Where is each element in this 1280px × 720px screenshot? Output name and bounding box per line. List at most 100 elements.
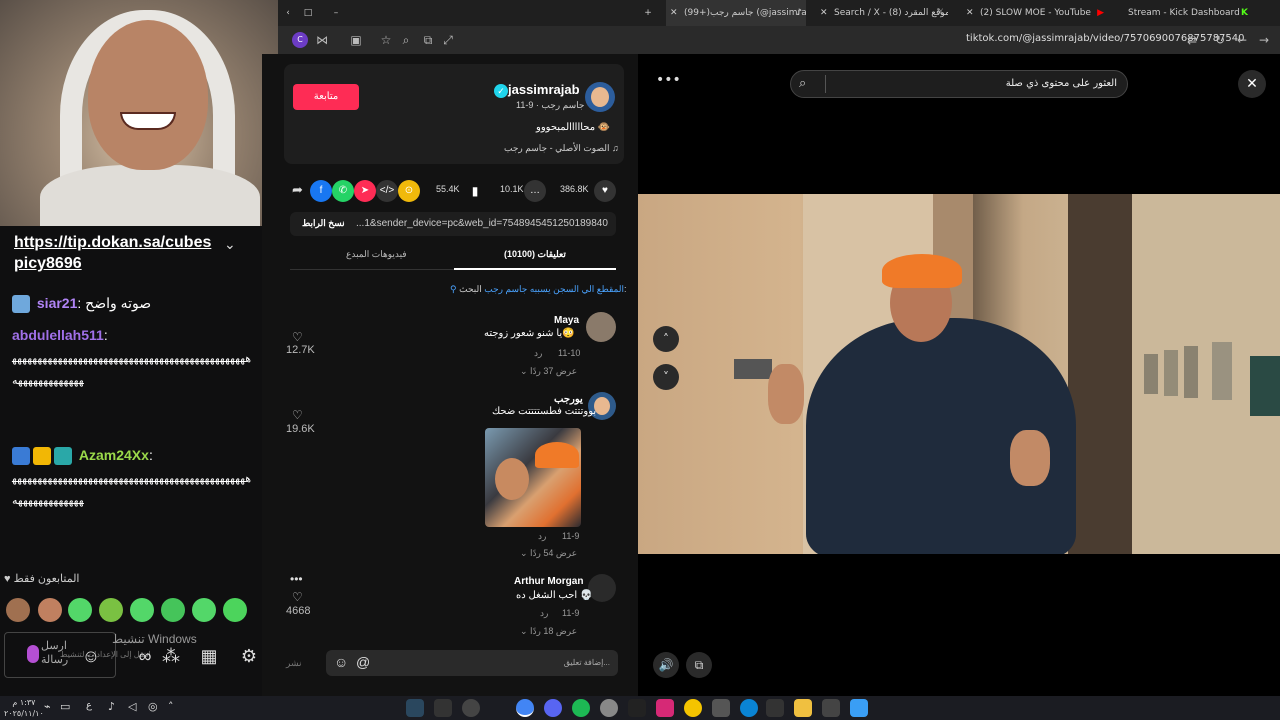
calendar-icon[interactable] [766, 699, 784, 717]
emoji-icon[interactable]: ☺ [334, 654, 348, 670]
mic-icon[interactable]: ♪ [108, 700, 115, 713]
emote[interactable] [38, 598, 62, 622]
comment-author[interactable]: Arthur Morgan [514, 576, 583, 587]
related-search-bar[interactable]: ⌕ العثور على محتوى ذي صلة [790, 70, 1128, 98]
steam-icon[interactable] [406, 699, 424, 717]
close-icon[interactable]: ✕ [820, 0, 828, 26]
language-indicator[interactable]: ع [86, 700, 92, 711]
profile-icon[interactable]: C [292, 32, 308, 48]
sound-info[interactable]: الصوت الأصلي - جاسم رجب ♫ [504, 143, 619, 154]
network-icon[interactable]: ◎ [148, 700, 158, 713]
back-icon[interactable]: ← [1234, 32, 1250, 48]
discord-icon[interactable] [544, 699, 562, 717]
pinned-link[interactable]: https://tip.dokan.sa/cubespicy8696 [14, 232, 214, 274]
comment-author[interactable]: Maya [554, 315, 579, 326]
close-icon[interactable]: ✕ [966, 0, 974, 26]
more-options-icon[interactable]: ••• [290, 572, 303, 586]
infinity-icon[interactable]: ∞ [134, 646, 156, 668]
tab-tiktok[interactable]: ✕ (99+)جاسم رجب (@jassimrajab ♪ [666, 0, 806, 26]
emote[interactable] [223, 598, 247, 622]
star-icon[interactable]: ☆ [378, 32, 394, 48]
spotify-icon[interactable] [572, 699, 590, 717]
comment-like-icon[interactable]: ♡ [292, 330, 303, 344]
comment-author[interactable]: يورجب [554, 394, 583, 405]
comment-avatar[interactable] [586, 312, 616, 342]
comment-like-icon[interactable]: ♡ [292, 590, 303, 604]
view-replies[interactable]: ⌄ عرض 18 ردًا [520, 626, 577, 636]
minimize-icon[interactable]: – [328, 0, 344, 26]
embed-icon[interactable]: </> [376, 180, 398, 202]
reload-icon[interactable]: ↻ [1212, 32, 1228, 48]
puzzle-icon[interactable]: ▣ [348, 32, 364, 48]
zoom-icon[interactable]: ⌕ [398, 32, 414, 48]
emote[interactable] [192, 598, 216, 622]
clock[interactable]: ١:٣٧ م ٢٠٢٥/١١/١٠ [4, 697, 44, 719]
heart-icon[interactable]: ♥ [594, 180, 616, 202]
whatsapp-icon[interactable]: ✆ [332, 180, 354, 202]
share-link-text[interactable]: ...1&sender_device=pc&web_id=75489454512… [356, 218, 608, 229]
share-arrow-icon[interactable]: ➦ [292, 182, 303, 198]
mention-icon[interactable]: @ [356, 654, 370, 670]
store-icon[interactable]: ▦ [198, 646, 220, 668]
app-icon[interactable] [462, 699, 480, 717]
post-button[interactable]: نشر [286, 658, 302, 669]
view-replies[interactable]: ⌄ عرض 54 ردًا [520, 548, 577, 559]
obs-icon[interactable] [434, 699, 452, 717]
tab-x[interactable]: ✕ Search / X - موقع المقرد (8) 𝕏 [814, 0, 948, 26]
window-icon[interactable]: □ [300, 0, 316, 26]
comment-image[interactable] [485, 428, 581, 527]
instagram-icon[interactable] [656, 699, 674, 717]
new-tab-icon[interactable]: + [640, 0, 656, 26]
chevron-left-icon[interactable]: ‹ [278, 0, 298, 26]
tune-icon[interactable]: ⇄ [1184, 32, 1200, 48]
view-replies[interactable]: ⌄ عرض 37 ردًا [520, 366, 577, 377]
chat-username[interactable]: Azam24Xx [79, 447, 149, 463]
close-icon[interactable]: ✕ [1238, 70, 1266, 98]
bookmark-icon[interactable]: ▮ [464, 180, 486, 202]
follow-button[interactable]: متابعة [293, 84, 359, 110]
tray-chevron-icon[interactable]: ˄ [168, 700, 174, 713]
tab-comments[interactable]: تعليقات (10100) [504, 249, 566, 260]
tab-youtube[interactable]: ✕ (2) SLOW MOE - YouTube ▶ [960, 0, 1110, 26]
gear-icon[interactable]: ⚙ [238, 646, 260, 668]
capcut-icon[interactable] [628, 699, 646, 717]
more-options-icon[interactable]: ••• [656, 72, 681, 88]
chevron-down-icon[interactable]: ⌄ [224, 236, 236, 253]
send-icon[interactable]: ➤ [354, 180, 376, 202]
reply-button[interactable]: رد [540, 608, 548, 619]
windows-start-icon[interactable] [850, 699, 868, 717]
wifi-icon[interactable]: ⌁ [44, 700, 51, 713]
emote[interactable] [161, 598, 185, 622]
reply-button[interactable]: رد [534, 348, 542, 359]
edge-icon[interactable] [740, 699, 758, 717]
coin-icon[interactable]: ⊙ [398, 180, 420, 202]
author-avatar[interactable] [585, 82, 615, 112]
reply-button[interactable]: رد [538, 531, 546, 542]
comment-icon[interactable]: … [524, 180, 546, 202]
tab-creator-videos[interactable]: فيديوهات المبدع [346, 249, 407, 260]
close-icon[interactable]: ✕ [670, 0, 678, 26]
next-video-icon[interactable]: ˅ [653, 364, 679, 390]
emote[interactable] [6, 598, 30, 622]
related-search[interactable]: ⚲ المقطع الي السجن يسببه جاسم رجب البحث: [450, 284, 626, 295]
share-icon[interactable]: ⁂ [160, 646, 182, 668]
mic-icon[interactable] [27, 645, 39, 663]
chat-username[interactable]: abdulellah511 [12, 327, 104, 343]
snapchat-icon[interactable] [684, 699, 702, 717]
pip-icon[interactable]: ⧉ [686, 652, 712, 678]
file-explorer-icon[interactable] [794, 699, 812, 717]
comment-input[interactable]: ☺ @ إضافة تعليق... [326, 650, 618, 676]
comment-like-icon[interactable]: ♡ [292, 408, 303, 422]
chat-username[interactable]: siar21 [37, 295, 77, 311]
display-icon[interactable]: ▭ [60, 700, 70, 713]
video-player[interactable] [638, 194, 1280, 554]
chrome-icon[interactable] [516, 699, 534, 717]
facebook-icon[interactable]: f [310, 180, 332, 202]
previous-video-icon[interactable]: ˄ [653, 326, 679, 352]
translate-icon[interactable]: ⧉ [420, 32, 436, 48]
search-input[interactable]: العثور على محتوى ذي صلة [1006, 78, 1117, 89]
taskview-icon[interactable] [822, 699, 840, 717]
forward-icon[interactable]: → [1256, 32, 1272, 48]
volume-icon[interactable]: 🔊 [653, 652, 679, 678]
search-icon[interactable]: ⌕ [799, 76, 806, 91]
